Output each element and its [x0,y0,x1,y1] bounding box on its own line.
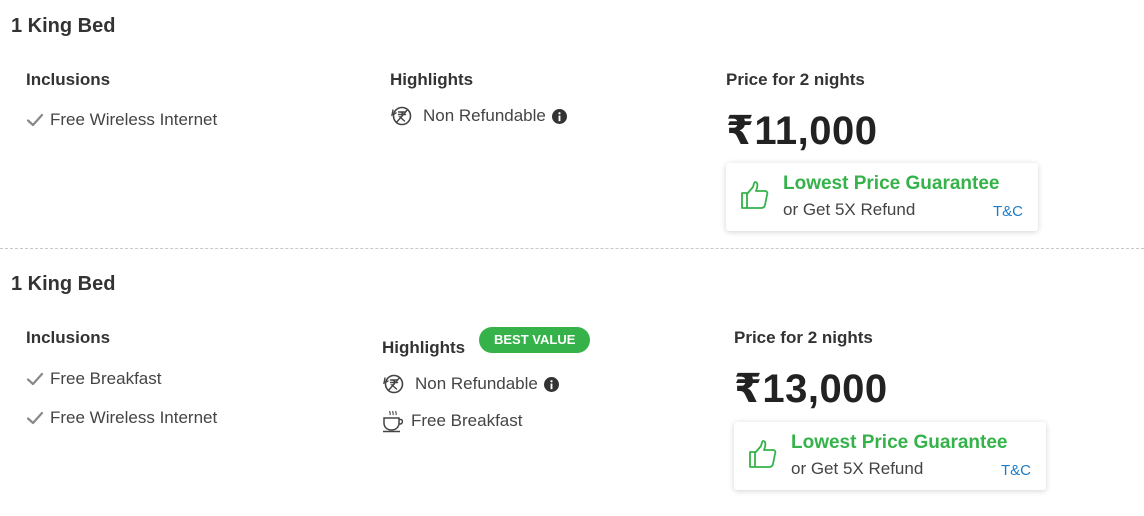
room-title: 1 King Bed [11,273,116,295]
inclusions-heading: Inclusions [26,328,111,347]
inclusion-item: Free Wireless Internet [26,110,217,130]
non-refundable-icon [391,106,412,126]
best-value-badge: BEST VALUE [479,327,591,353]
lowest-price-guarantee-card: Lowest Price Guarantee or Get 5X Refund … [726,163,1038,231]
non-refundable-icon [383,374,404,394]
price-label: Price for 2 nights [726,70,865,89]
guarantee-subtitle: or Get 5X Refund [791,459,924,478]
highlights-heading: Highlights [382,338,466,357]
inclusion-label: Free Wireless Internet [50,110,218,129]
guarantee-title: Lowest Price Guarantee [783,173,1000,194]
inclusion-label: Free Breakfast [50,369,162,388]
terms-link[interactable]: T&C [1001,462,1031,479]
terms-link[interactable]: T&C [993,203,1023,220]
guarantee-title: Lowest Price Guarantee [791,432,1008,453]
thumbs-up-icon [741,181,769,209]
price-value: ₹13,000 [734,367,888,411]
highlight-label: Free Breakfast [411,411,523,430]
room-divider [0,248,1144,249]
highlight-item: Free Breakfast [381,409,523,433]
inclusion-item: Free Wireless Internet [26,408,217,428]
price-value: ₹11,000 [726,109,878,153]
info-icon[interactable] [551,108,567,124]
inclusions-heading: Inclusions [26,70,111,89]
room-title: 1 King Bed [11,15,116,37]
checkmark-icon [26,113,44,127]
info-icon[interactable] [543,376,559,392]
highlight-label: Non Refundable [423,106,546,125]
highlight-item: Non Refundable [381,372,559,396]
inclusion-item: Free Breakfast [26,369,162,389]
lowest-price-guarantee-card: Lowest Price Guarantee or Get 5X Refund … [734,422,1046,490]
highlights-heading: Highlights [390,70,474,89]
inclusion-label: Free Wireless Internet [50,408,218,427]
checkmark-icon [26,411,44,425]
highlight-label: Non Refundable [415,374,538,393]
checkmark-icon [26,372,44,386]
guarantee-subtitle: or Get 5X Refund [783,200,916,219]
price-label: Price for 2 nights [734,328,873,347]
highlight-item: Non Refundable [389,104,567,128]
coffee-cup-icon [383,410,404,433]
thumbs-up-icon [749,440,777,468]
